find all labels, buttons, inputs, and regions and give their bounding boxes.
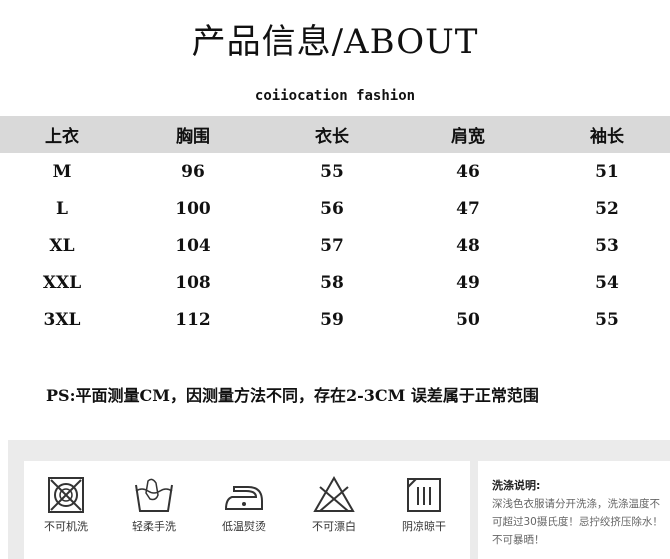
table-row: XXL 108 58 49 54 xyxy=(0,264,670,301)
shoulder-cell: 49 xyxy=(456,272,480,293)
shoulder-cell: 46 xyxy=(456,161,480,182)
care-label: 不可机洗 xyxy=(44,520,88,533)
header-shoulder: 肩宽 xyxy=(451,127,485,147)
care-instructions-box: 洗涤说明: 深浅色衣服请分开洗涤，洗涤温度不可超过30摄氏度！忌拧绞挤压除水！不… xyxy=(478,461,670,559)
sleeve-cell: 55 xyxy=(595,309,619,330)
shoulder-cell: 47 xyxy=(456,198,480,219)
measurement-note: PS:平面测量CM，因测量方法不同，存在2-3CM 误差属于正常范围 xyxy=(46,386,539,405)
shoulder-cell: 48 xyxy=(456,235,480,256)
length-cell: 57 xyxy=(320,235,344,256)
size-cell: XXL xyxy=(42,272,82,293)
care-label: 轻柔手洗 xyxy=(132,520,176,533)
care-label: 阴凉晾干 xyxy=(402,520,446,533)
header-sleeve: 袖长 xyxy=(590,127,624,147)
sleeve-cell: 53 xyxy=(595,235,619,256)
care-instructions-title: 洗涤说明: xyxy=(492,479,541,492)
chest-cell: 112 xyxy=(175,309,211,330)
no-machine-wash-icon xyxy=(26,475,106,515)
size-cell: 3XL xyxy=(43,309,81,330)
length-cell: 58 xyxy=(320,272,344,293)
table-row: M 96 55 46 51 xyxy=(0,153,670,190)
care-label: 低温熨烫 xyxy=(222,520,266,533)
size-cell: M xyxy=(52,161,72,182)
size-cell: XL xyxy=(49,235,75,256)
chest-cell: 96 xyxy=(181,161,205,182)
shoulder-cell: 50 xyxy=(456,309,480,330)
care-panel: 不可机洗 轻柔手洗 低温熨烫 不可漂白 阴凉晾干 洗涤说明: 深浅色衣服请分开洗… xyxy=(8,440,670,559)
table-row: XL 104 57 48 53 xyxy=(0,227,670,264)
length-cell: 55 xyxy=(320,161,344,182)
care-item: 轻柔手洗 xyxy=(114,475,194,534)
page-title: 产品信息/ABOUT xyxy=(191,22,479,62)
length-cell: 59 xyxy=(320,309,344,330)
length-cell: 56 xyxy=(320,198,344,219)
size-table: 上衣 胸围 衣长 肩宽 袖长 M 96 55 46 51 L 100 56 47… xyxy=(0,116,670,338)
care-item: 低温熨烫 xyxy=(204,475,284,534)
brand-subtitle: coiiocation fashion xyxy=(254,88,416,104)
chest-cell: 108 xyxy=(175,272,211,293)
table-row: 3XL 112 59 50 55 xyxy=(0,301,670,338)
gentle-hand-wash-icon xyxy=(114,475,194,515)
size-cell: L xyxy=(56,198,68,219)
header-chest: 胸围 xyxy=(176,127,210,147)
care-item: 阴凉晾干 xyxy=(384,475,464,534)
table-row: L 100 56 47 52 xyxy=(0,190,670,227)
sleeve-cell: 54 xyxy=(595,272,619,293)
table-header-row: 上衣 胸围 衣长 肩宽 袖长 xyxy=(0,116,670,153)
care-item: 不可漂白 xyxy=(294,475,374,534)
chest-cell: 104 xyxy=(175,235,211,256)
care-icons-box: 不可机洗 轻柔手洗 低温熨烫 不可漂白 阴凉晾干 xyxy=(24,461,470,559)
low-temp-iron-icon xyxy=(204,475,284,515)
sleeve-cell: 52 xyxy=(595,198,619,219)
chest-cell: 100 xyxy=(175,198,211,219)
care-instructions-text: 深浅色衣服请分开洗涤，洗涤温度不可超过30摄氏度！忌拧绞挤压除水！不可暴晒！ xyxy=(492,498,663,546)
no-bleach-icon xyxy=(294,475,374,515)
header-length: 衣长 xyxy=(315,127,349,147)
care-label: 不可漂白 xyxy=(312,520,356,533)
header-garment: 上衣 xyxy=(45,127,79,147)
care-item: 不可机洗 xyxy=(26,475,106,534)
shade-dry-icon xyxy=(384,475,464,515)
sleeve-cell: 51 xyxy=(595,161,619,182)
